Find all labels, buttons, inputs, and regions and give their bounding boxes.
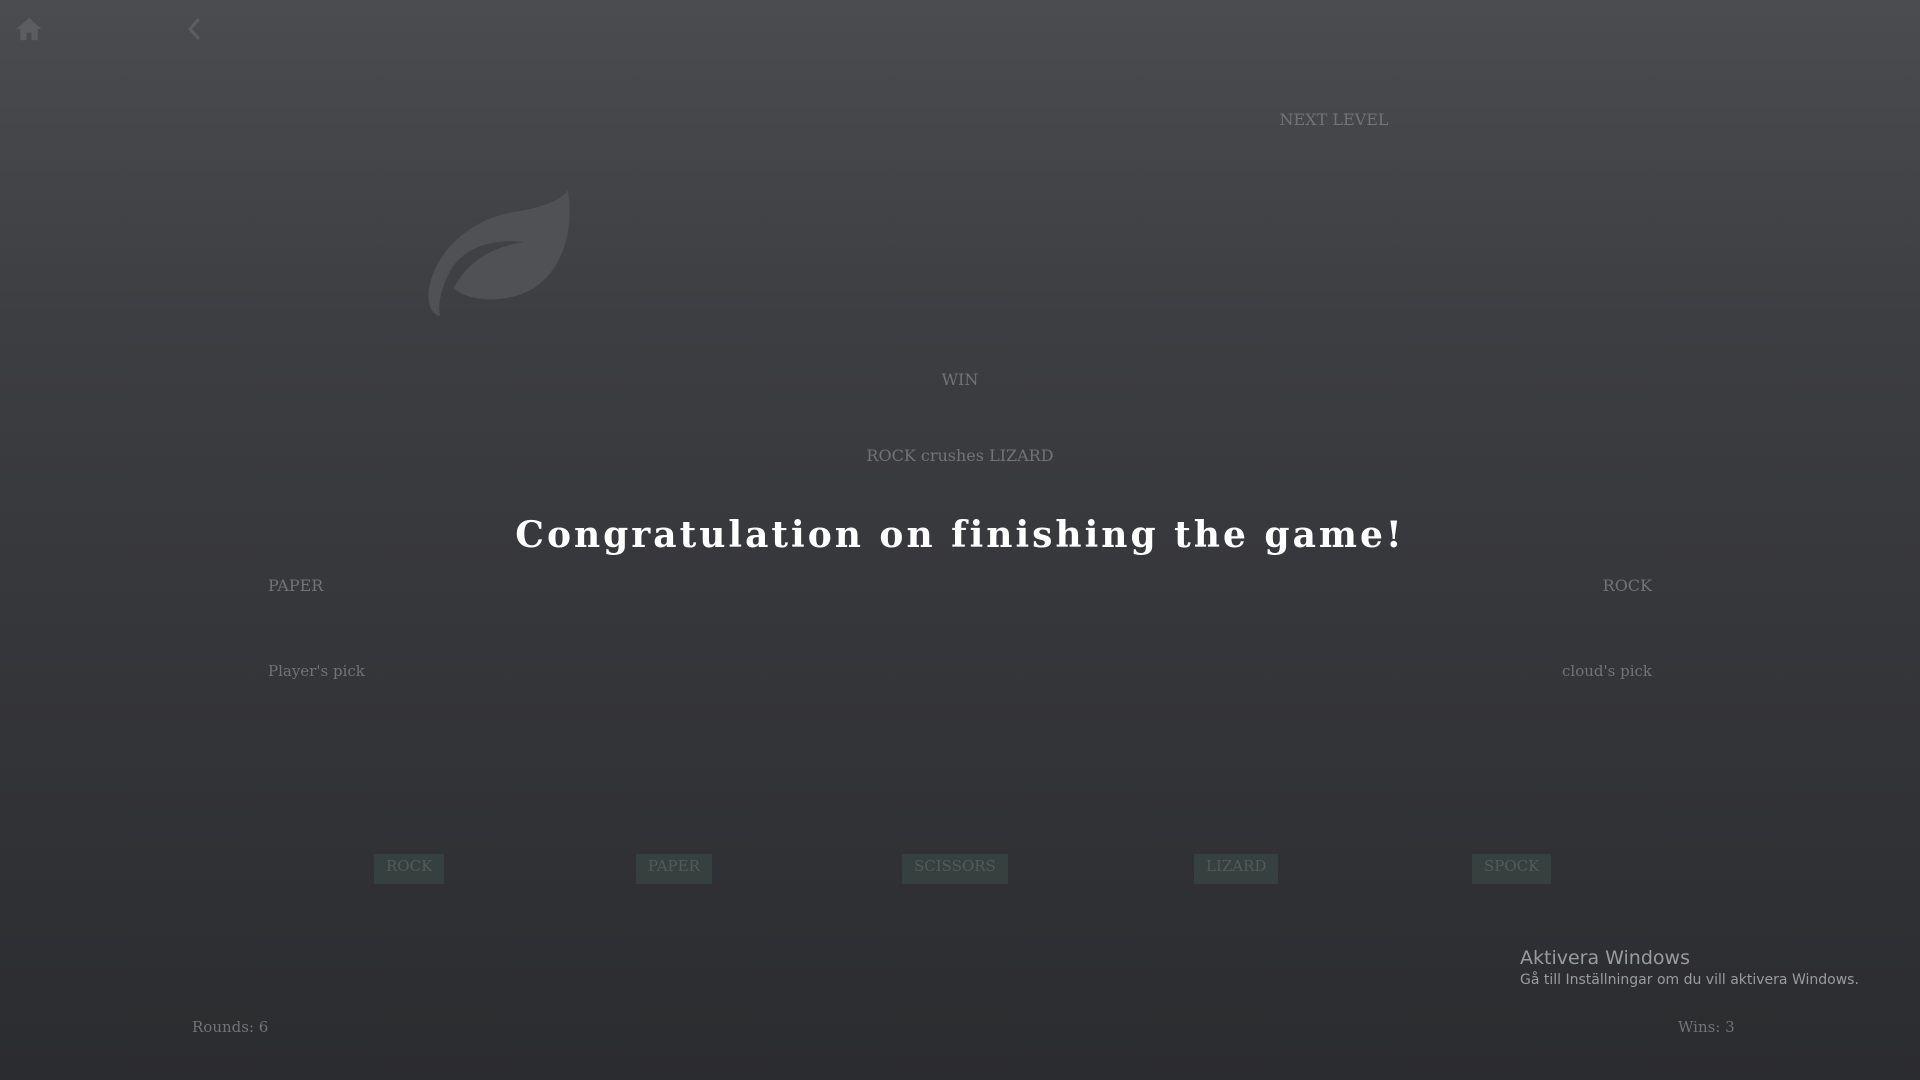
cloud-pick-label: cloud's pick (1562, 662, 1652, 680)
chevron-left-icon[interactable] (184, 16, 204, 42)
watermark-title: Aktivera Windows (1520, 947, 1690, 969)
round-result: WIN (941, 370, 979, 389)
paper-button[interactable]: PAPER (636, 854, 712, 884)
spock-button[interactable]: SPOCK (1472, 854, 1552, 884)
wins-counter: Wins: 3 (1678, 1018, 1735, 1036)
rounds-counter: Rounds: 6 (192, 1018, 269, 1036)
windows-activation-watermark: Aktivera Windows Gå till Inställningar o… (1520, 946, 1900, 990)
rock-button[interactable]: ROCK (374, 854, 445, 884)
player-pick-label: Player's pick (268, 662, 365, 680)
game-finished-message: Congratulation on finishing the game! (515, 514, 1405, 556)
home-icon[interactable] (14, 14, 44, 44)
scissors-button[interactable]: SCISSORS (902, 854, 1008, 884)
player-choice: PAPER (268, 576, 324, 595)
leaf-icon (428, 190, 570, 316)
watermark-subtitle: Gå till Inställningar om du vill aktiver… (1520, 972, 1859, 988)
lizard-button[interactable]: LIZARD (1194, 854, 1279, 884)
next-level-button[interactable]: NEXT LEVEL (1250, 110, 1418, 129)
result-explanation: ROCK crushes LIZARD (866, 446, 1054, 465)
cloud-choice: ROCK (1602, 576, 1652, 595)
